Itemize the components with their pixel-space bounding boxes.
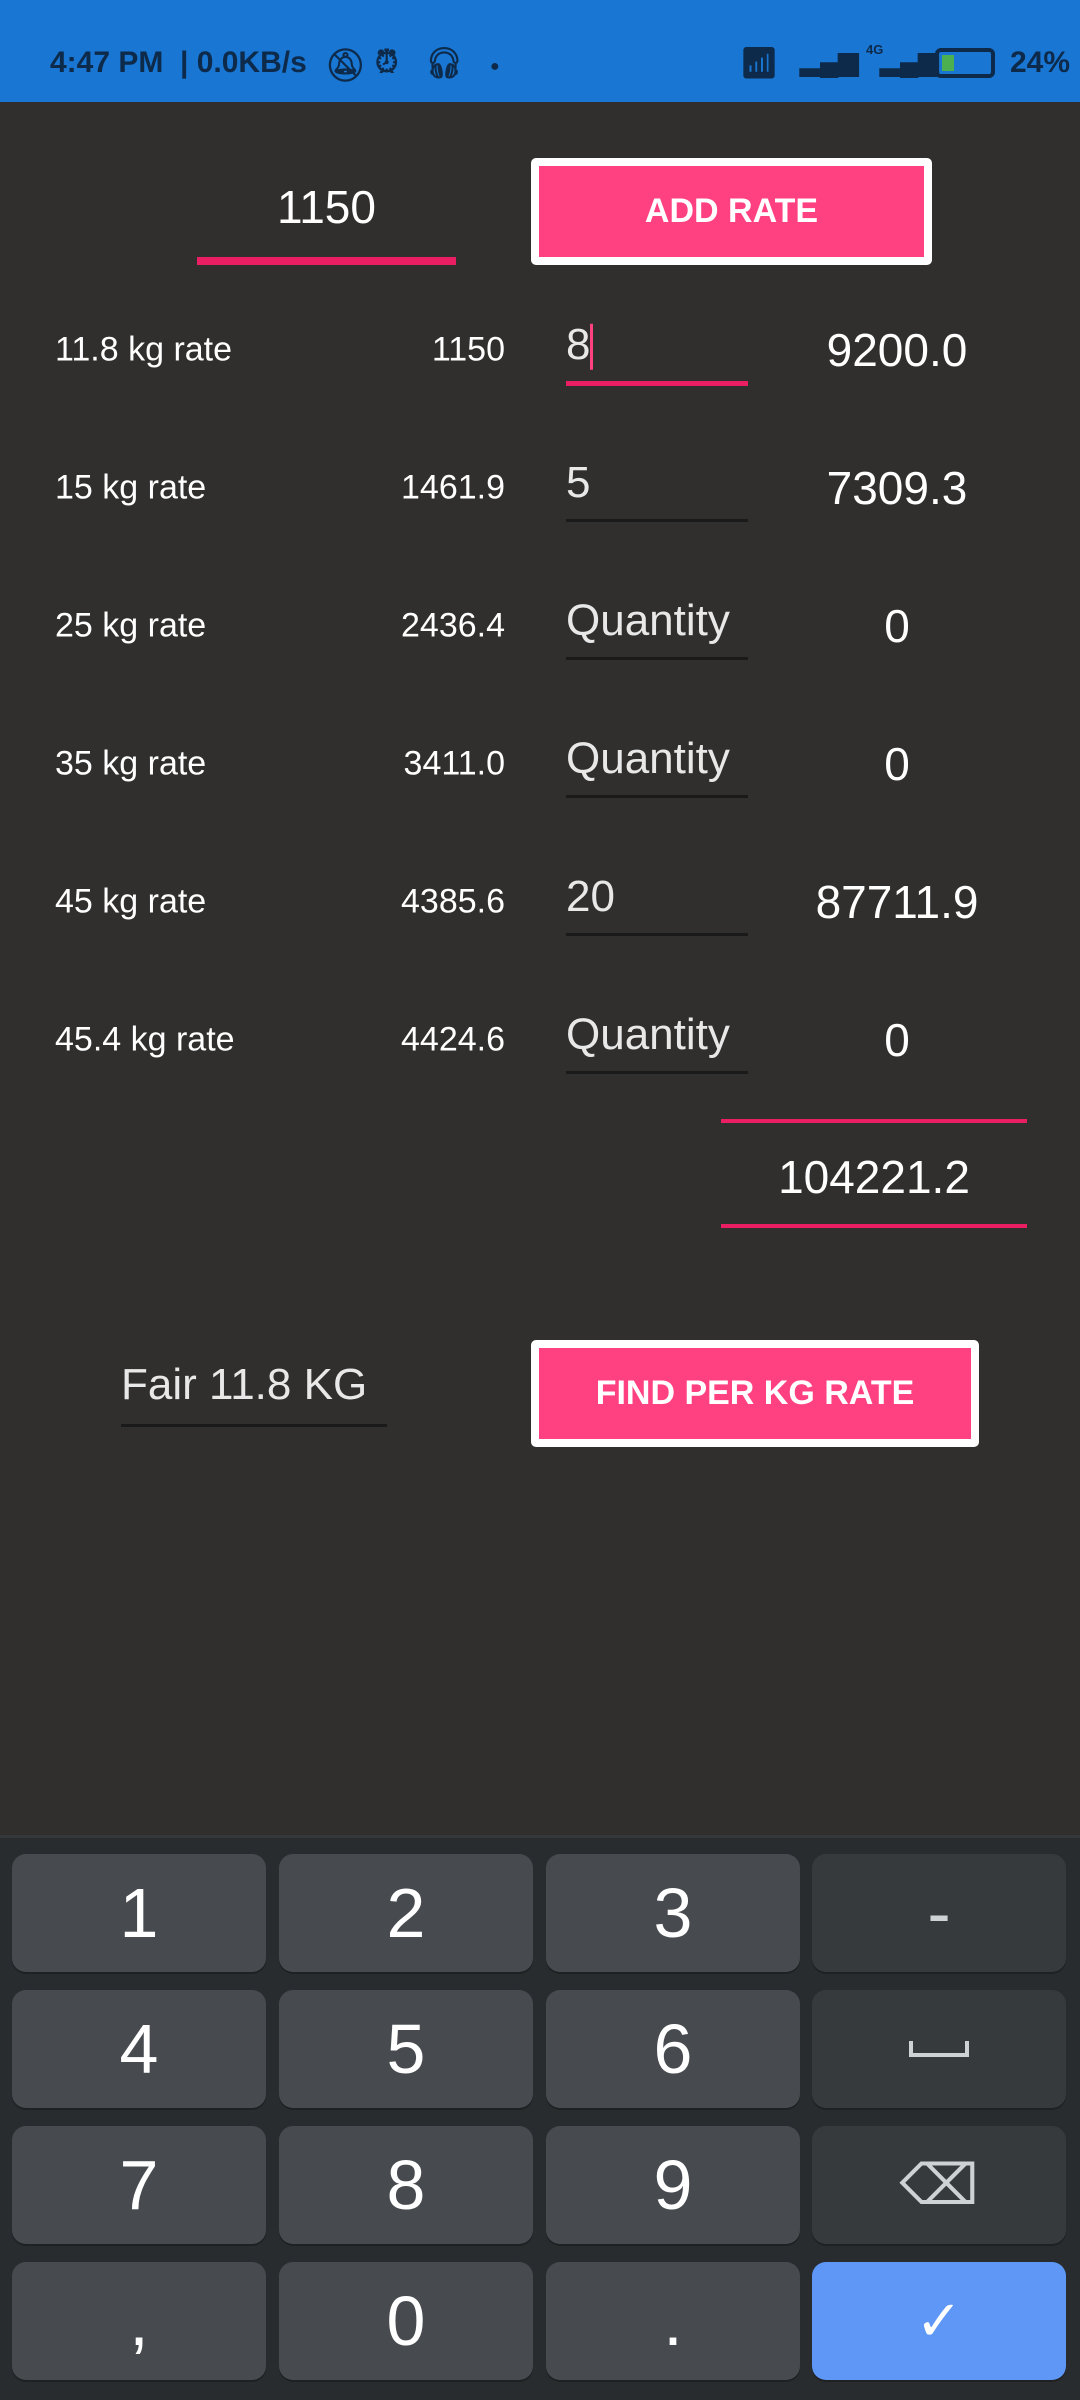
row-label: 45 kg rate bbox=[55, 882, 207, 921]
quantity-underline bbox=[566, 381, 748, 386]
key-label: 6 bbox=[653, 2010, 693, 2088]
rate-input[interactable]: 1150 bbox=[197, 180, 456, 234]
row-total: 0 bbox=[884, 738, 910, 790]
key-4[interactable]: 4 bbox=[12, 1990, 266, 2108]
quantity-underline bbox=[566, 1071, 748, 1074]
text-cursor bbox=[590, 324, 594, 371]
quantity-value: 5 bbox=[566, 458, 591, 507]
key-3[interactable]: 3 bbox=[546, 1854, 800, 1972]
total-top-line bbox=[721, 1119, 1027, 1123]
row-label: 35 kg rate bbox=[55, 744, 207, 783]
row-rate: 3411.0 bbox=[403, 744, 505, 783]
quantity-underline bbox=[566, 519, 748, 522]
status-time: 4:47 PM bbox=[50, 46, 164, 79]
row-rate: 4385.6 bbox=[401, 882, 505, 921]
mute-icon: 🔕︎ bbox=[325, 47, 366, 83]
quantity-input[interactable]: 8 bbox=[566, 319, 748, 371]
key-label: 8 bbox=[386, 2146, 426, 2224]
add-rate-button[interactable]: ADD RATE bbox=[531, 158, 932, 265]
key-2[interactable]: 2 bbox=[279, 1854, 533, 1972]
key-label: 9 bbox=[653, 2146, 693, 2224]
quantity-input[interactable]: Quantity bbox=[566, 1010, 748, 1060]
row-rate: 2436.4 bbox=[401, 606, 505, 645]
check-icon: ✓ bbox=[915, 2289, 963, 2352]
quantity-value: Quantity bbox=[566, 596, 730, 645]
key-6[interactable]: 6 bbox=[546, 1990, 800, 2108]
row-rate: 4424.6 bbox=[401, 1020, 505, 1059]
key-label: 0 bbox=[386, 2282, 426, 2360]
quantity-value: 8 bbox=[566, 319, 591, 369]
battery-charging-icon bbox=[935, 48, 995, 78]
quantity-input[interactable]: 5 bbox=[566, 458, 748, 508]
alarm-icon: ⏰︎ bbox=[375, 46, 399, 79]
row-total: 0 bbox=[884, 600, 910, 652]
fair-field-underline bbox=[121, 1424, 387, 1427]
signal-icon: ▂▄▆ bbox=[800, 46, 859, 76]
key-label: . bbox=[663, 2282, 683, 2360]
key-label: - bbox=[927, 1874, 951, 1952]
row-label: 45.4 kg rate bbox=[55, 1020, 235, 1059]
grand-total: 104221.2 bbox=[778, 1151, 970, 1203]
key-label: , bbox=[129, 2282, 149, 2360]
quantity-value: Quantity bbox=[566, 734, 730, 783]
quantity-input[interactable]: Quantity bbox=[566, 734, 748, 784]
key-backspace[interactable]: ⌫ bbox=[812, 2126, 1066, 2244]
quantity-underline bbox=[566, 657, 748, 660]
key-label: 5 bbox=[386, 2010, 426, 2088]
rate-input-underline bbox=[197, 257, 456, 265]
find-per-kg-rate-button[interactable]: FIND PER KG RATE bbox=[531, 1340, 979, 1447]
row-rate: 1150 bbox=[431, 330, 505, 369]
key-9[interactable]: 9 bbox=[546, 2126, 800, 2244]
dot-icon: ● bbox=[490, 58, 500, 75]
key-7[interactable]: 7 bbox=[12, 2126, 266, 2244]
key-8[interactable]: 8 bbox=[279, 2126, 533, 2244]
row-label: 15 kg rate bbox=[55, 468, 207, 507]
network-speed: | 0.0KB/s bbox=[180, 46, 307, 79]
key-minus[interactable]: - bbox=[812, 1854, 1066, 1972]
status-bar: 4:47 PM | 0.0KB/s 🔕︎ ⏰︎ 🎧︎ ● 📶︎ ▂▄▆ 4G ▂… bbox=[0, 0, 1080, 102]
wifi-icon: 📶︎ bbox=[740, 47, 779, 80]
key-done[interactable]: ✓ bbox=[812, 2262, 1066, 2380]
row-rate: 1461.9 bbox=[401, 468, 505, 507]
quantity-underline bbox=[566, 795, 748, 798]
key-5[interactable]: 5 bbox=[279, 1990, 533, 2108]
key-label: 4 bbox=[119, 2010, 159, 2088]
backspace-icon: ⌫ bbox=[899, 2153, 979, 2216]
row-total: 7309.3 bbox=[826, 462, 968, 514]
key-label: 2 bbox=[386, 1874, 426, 1952]
quantity-underline bbox=[566, 933, 748, 936]
key-1[interactable]: 1 bbox=[12, 1854, 266, 1972]
battery-percent: 24% bbox=[1010, 46, 1071, 79]
numeric-keyboard: 1 2 3 - 4 5 6 7 8 9 ⌫, 0. ✓ bbox=[0, 1835, 1080, 2400]
key-space[interactable] bbox=[812, 1990, 1066, 2108]
key-label: 1 bbox=[119, 1874, 159, 1952]
space-icon bbox=[909, 2041, 969, 2057]
key-label: 3 bbox=[653, 1874, 693, 1952]
key-label: 7 bbox=[119, 2146, 159, 2224]
row-total: 9200.0 bbox=[826, 324, 968, 376]
row-total: 87711.9 bbox=[815, 876, 979, 928]
row-total: 0 bbox=[884, 1014, 910, 1066]
key-0[interactable]: 0 bbox=[279, 2262, 533, 2380]
quantity-input[interactable]: Quantity bbox=[566, 596, 748, 646]
total-bottom-line bbox=[721, 1224, 1027, 1228]
quantity-value: 20 bbox=[566, 872, 615, 921]
row-label: 25 kg rate bbox=[55, 606, 207, 645]
row-label: 11.8 kg rate bbox=[55, 330, 233, 369]
key-comma[interactable]: , bbox=[12, 2262, 266, 2380]
signal-icon-2: ▂▄▆ bbox=[880, 46, 939, 76]
fair-field[interactable]: Fair 11.8 KG bbox=[121, 1360, 367, 1410]
key-period[interactable]: . bbox=[546, 2262, 800, 2380]
quantity-input[interactable]: 20 bbox=[566, 872, 748, 922]
quantity-value: Quantity bbox=[566, 1010, 730, 1059]
headset-icon: 🎧︎ bbox=[425, 47, 464, 80]
